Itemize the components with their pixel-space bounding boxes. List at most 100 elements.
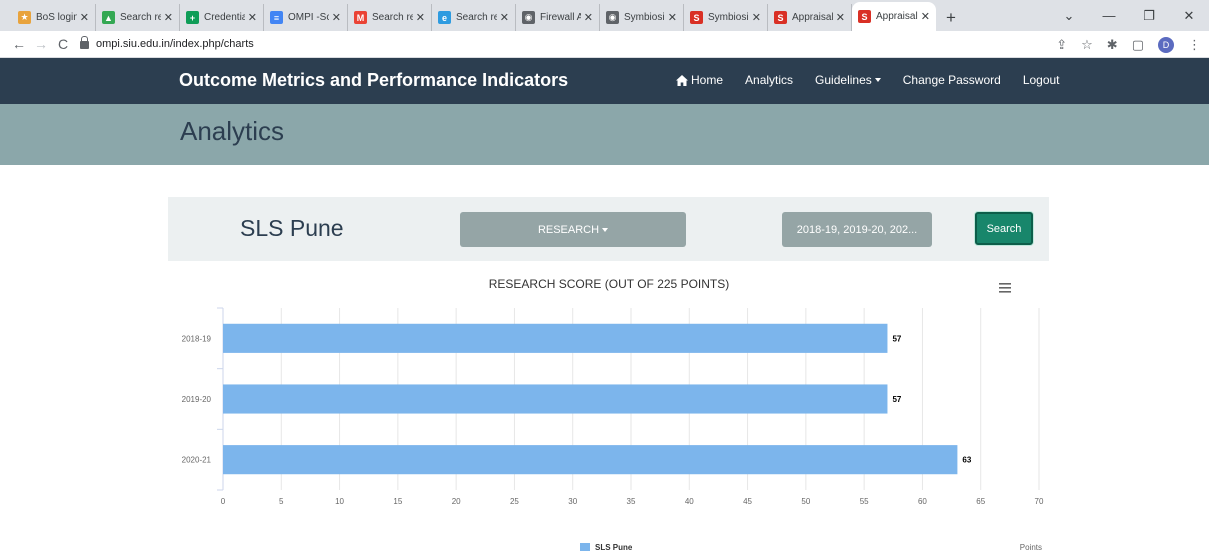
x-tick-label: 55 [860,497,869,506]
tab-close-icon[interactable]: ✕ [80,11,89,24]
browser-tab[interactable]: M Search res✕ [348,4,432,31]
x-tick-label: 65 [976,497,985,506]
x-tick-label: 35 [627,497,636,506]
nav-home-label: Home [691,73,724,87]
chart-category-labels: 2018-19 2019-20 2020-21 [182,334,212,464]
site-brand[interactable]: Outcome Metrics and Performance Indicato… [179,70,568,91]
tab-favicon-icon: ★ [18,11,31,24]
nav-analytics[interactable]: Analytics [745,73,793,87]
browser-tab[interactable]: S Appraisal ✕ [768,4,852,31]
share-icon[interactable]: ⇪ [1056,37,1067,53]
caret-down-icon [874,78,881,82]
x-tick-label: 60 [918,497,927,506]
tab-title: BoS login [36,12,77,23]
filter-panel: SLS Pune RESEARCH 2018-19, 2019-20, 202.… [168,197,1049,261]
browser-tab[interactable]: e Search res✕ [432,4,516,31]
back-icon[interactable]: ← [8,36,30,52]
x-tick-label: 15 [393,497,402,506]
tab-close-icon[interactable]: ✕ [164,11,173,24]
tab-favicon-icon: + [186,11,199,24]
caret-down-icon [602,227,609,232]
tab-close-icon[interactable]: ✕ [836,11,845,24]
tab-close-icon[interactable]: ✕ [668,11,677,24]
x-axis-title: Points [1020,543,1042,552]
x-tick-label: 50 [801,497,810,506]
tab-close-icon[interactable]: ✕ [248,11,257,24]
x-tick-label: 10 [335,497,344,506]
minimize-button[interactable]: — [1089,8,1129,23]
forward-icon[interactable]: → [30,36,52,52]
nav-home[interactable]: Home [676,73,723,87]
tab-search-icon[interactable]: ⌄ [1049,8,1089,24]
bar[interactable] [223,445,958,475]
tab-close-icon[interactable]: ✕ [752,11,761,24]
nav-guidelines-dropdown[interactable]: Guidelines [815,73,881,87]
tab-title: Firewall Au [540,12,581,23]
search-button[interactable]: Search [975,212,1033,245]
category-dropdown[interactable]: RESEARCH [460,212,686,247]
chart-legend[interactable]: SLS Pune [560,540,660,555]
nav-change-password[interactable]: Change Password [903,73,1001,87]
reload-icon[interactable]: C [52,36,74,52]
campus-name: SLS Pune [240,215,344,241]
nav-logout[interactable]: Logout [1023,73,1060,87]
browser-tab[interactable]: ◉ Firewall Au✕ [516,4,600,31]
browser-tab[interactable]: ◉ Symbiosis✕ [600,4,684,31]
chart-menu-icon[interactable] [998,281,1012,295]
tab-close-icon[interactable]: ✕ [921,10,930,23]
close-window-button[interactable]: ✕ [1169,8,1209,24]
x-tick-label: 0 [221,497,226,506]
category-label: 2018-19 [182,334,212,343]
browser-tab[interactable]: ★ BoS login ✕ [12,4,96,31]
browser-menu-icon[interactable]: ⋮ [1188,37,1201,53]
x-tick-label: 40 [685,497,694,506]
nav-change-password-label: Change Password [902,73,1001,87]
tab-favicon-icon: ◉ [606,11,619,24]
new-tab-button[interactable]: + [936,4,966,31]
bar[interactable] [223,323,888,353]
browser-tab[interactable]: ▲ Search res✕ [96,4,180,31]
x-tick-label: 30 [568,497,577,506]
x-tick-label: 20 [452,497,461,506]
legend-swatch [580,543,590,551]
years-label: 2018-19, 2019-20, 202... [796,223,918,236]
url-text: ompi.siu.edu.in/index.php/charts [96,38,254,50]
tab-close-icon[interactable]: ✕ [584,11,593,24]
browser-tab[interactable]: S Symbiosis✕ [684,4,768,31]
tab-title: Credential [204,12,245,23]
tab-favicon-icon: S [858,10,871,23]
category-label: 2019-20 [182,395,212,404]
years-multiselect[interactable]: 2018-19, 2019-20, 202... [782,212,932,247]
restore-button[interactable]: ❐ [1129,8,1169,24]
bar-data-label: 57 [892,395,901,404]
browser-tab[interactable]: S Appraisal ✕ [852,2,936,31]
tab-title: Symbiosis [624,12,665,23]
nav-guidelines-label: Guidelines [815,73,872,87]
tab-favicon-icon: S [690,11,703,24]
extensions-icon[interactable]: ✱ [1107,37,1118,53]
url-field[interactable]: ompi.siu.edu.in/index.php/charts [80,36,254,50]
page-title: Analytics [180,116,285,146]
tab-favicon-icon: e [438,11,451,24]
side-panel-icon[interactable]: ▢ [1132,37,1144,53]
browser-tab[interactable]: ≡ OMPI -Sc ✕ [264,4,348,31]
tab-favicon-icon: ▲ [102,11,115,24]
site-navbar: Outcome Metrics and Performance Indicato… [0,58,1209,104]
x-tick-label: 25 [510,497,519,506]
browser-tab[interactable]: + Credential✕ [180,4,264,31]
profile-avatar[interactable]: D [1158,36,1174,53]
bookmark-star-icon[interactable]: ☆ [1081,37,1093,53]
tab-title: Search res [456,12,497,23]
search-button-label: Search [986,222,1022,235]
tab-close-icon[interactable]: ✕ [500,11,509,24]
tab-close-icon[interactable]: ✕ [332,11,341,24]
address-bar: ← → C ompi.siu.edu.in/index.php/charts ⇪… [0,31,1209,58]
tab-close-icon[interactable]: ✕ [416,11,425,24]
x-tick-label: 5 [279,497,284,506]
tab-title: Appraisal [792,12,833,23]
tab-favicon-icon: M [354,11,367,24]
tab-title: Symbiosis [708,12,749,23]
legend-series-name: SLS Pune [595,543,633,552]
bar[interactable] [223,384,888,414]
research-score-chart: RESEARCH SCORE (OUT OF 225 POINTS) 57 57 6… [182,277,1044,552]
